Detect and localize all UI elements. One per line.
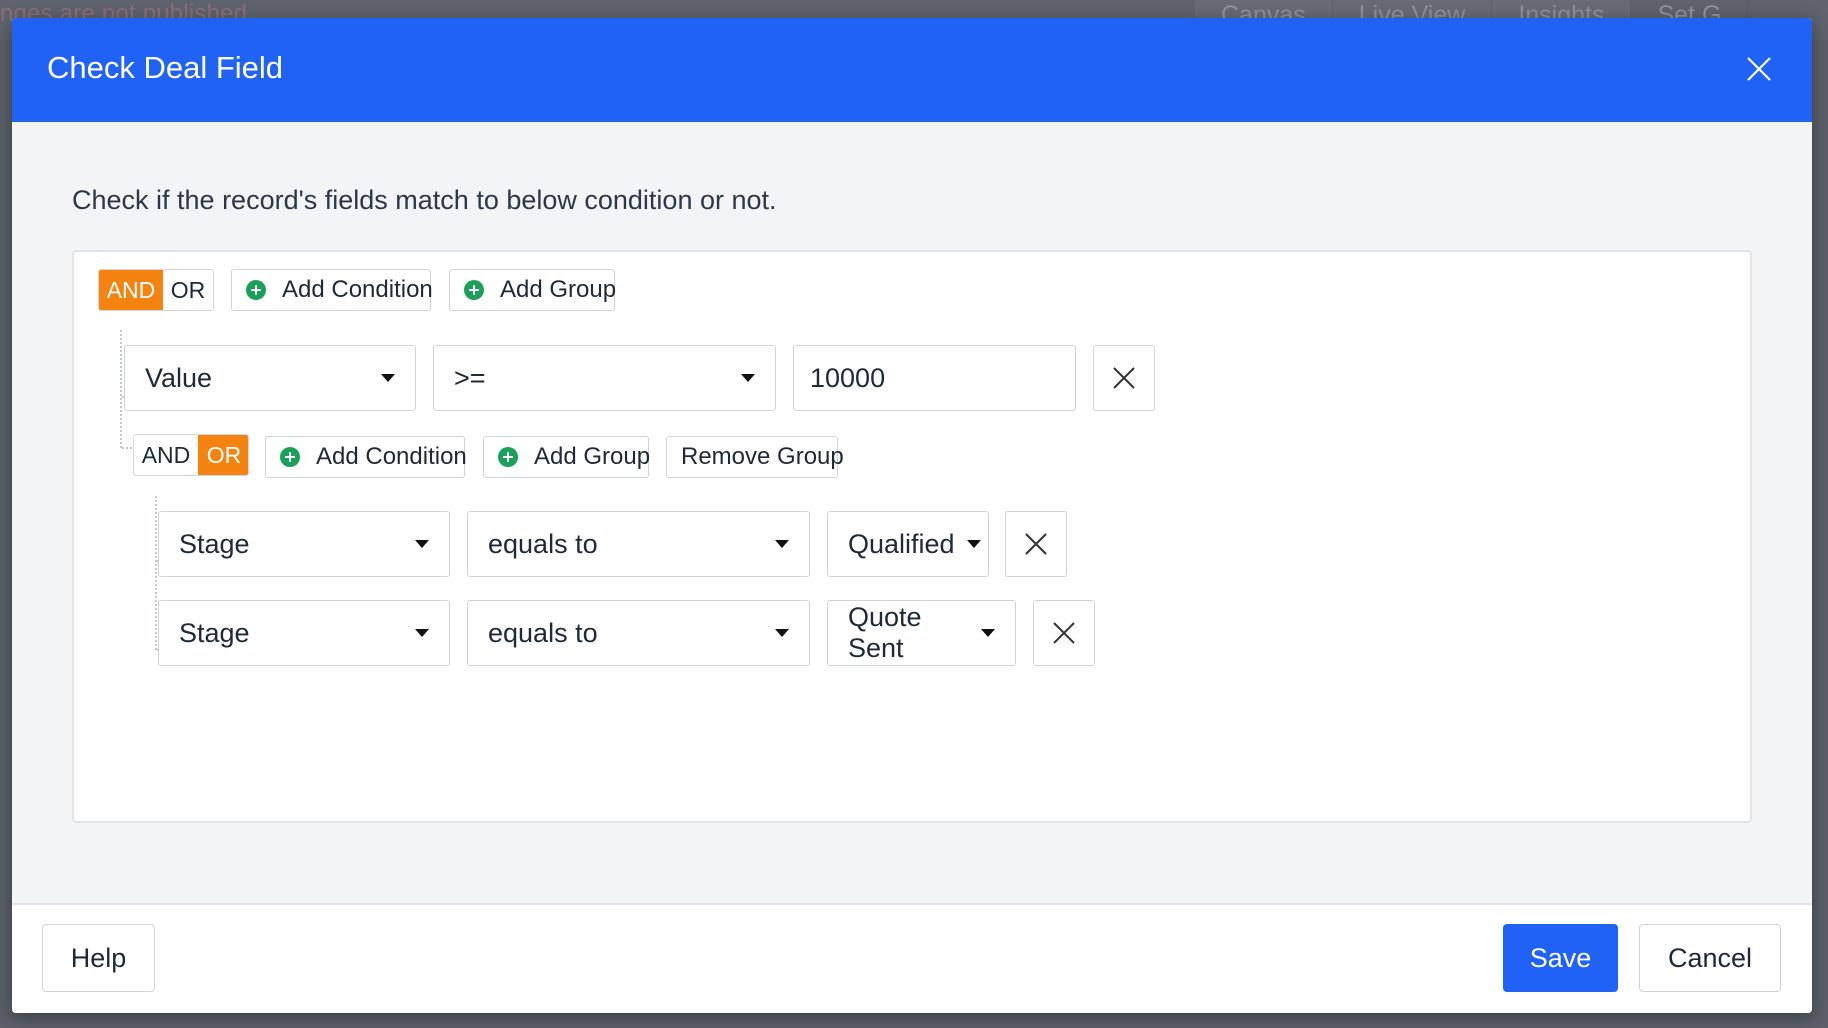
plus-circle-icon — [280, 447, 300, 467]
cancel-button[interactable]: Cancel — [1639, 924, 1781, 992]
close-icon — [1025, 533, 1047, 555]
field-select-value: Stage — [179, 528, 250, 559]
sub-or-toggle[interactable]: OR — [198, 435, 248, 475]
add-group-label: Add Group — [534, 443, 651, 470]
root-add-group-button[interactable]: Add Group — [449, 269, 617, 311]
add-group-label: Add Group — [500, 276, 617, 303]
modal-title: Check Deal Field — [47, 50, 284, 85]
remove-condition-button[interactable] — [1033, 600, 1095, 666]
root-connector-line — [120, 330, 122, 448]
chevron-down-icon — [775, 540, 789, 548]
remove-condition-button[interactable] — [1093, 345, 1155, 411]
chevron-down-icon — [415, 629, 429, 637]
root-add-condition-button[interactable]: Add Condition — [231, 269, 433, 311]
operator-select-value: equals to — [488, 617, 598, 648]
chevron-down-icon — [981, 629, 995, 637]
help-button[interactable]: Help — [42, 924, 155, 992]
chevron-down-icon — [741, 374, 755, 382]
modal-description: Check if the record's fields match to be… — [72, 185, 777, 215]
operator-select-value: >= — [454, 362, 486, 393]
remove-condition-button[interactable] — [1005, 511, 1067, 577]
root-or-toggle[interactable]: OR — [163, 270, 213, 310]
sub-connector-line — [155, 496, 157, 650]
check-deal-field-modal: Check Deal Field Check if the record's f… — [12, 18, 1812, 1013]
value-select[interactable]: Quote Sent — [827, 600, 1016, 666]
value-select[interactable]: Qualified — [827, 511, 989, 577]
value-select-value: Quote Sent — [848, 602, 922, 663]
operator-select-value: equals to — [488, 528, 598, 559]
field-select-value: Value — [145, 362, 213, 393]
plus-circle-icon — [498, 447, 518, 467]
sub-add-condition-button[interactable]: Add Condition — [265, 436, 467, 478]
operator-select[interactable]: equals to — [467, 511, 810, 577]
chevron-down-icon — [775, 629, 789, 637]
operator-select[interactable]: equals to — [467, 600, 810, 666]
add-condition-label: Add Condition — [282, 276, 433, 303]
close-icon — [1053, 622, 1075, 644]
value-select-value: Qualified — [848, 528, 955, 559]
remove-group-label: Remove Group — [681, 443, 844, 470]
modal-header: Check Deal Field — [12, 18, 1812, 122]
save-button[interactable]: Save — [1503, 924, 1618, 992]
chevron-down-icon — [966, 540, 981, 548]
field-select-value: Stage — [179, 617, 250, 648]
plus-circle-icon — [246, 280, 266, 300]
sub-and-toggle[interactable]: AND — [134, 435, 198, 475]
plus-circle-icon — [464, 280, 484, 300]
field-select[interactable]: Stage — [158, 600, 450, 666]
chevron-down-icon — [415, 540, 429, 548]
root-logic-toggle: AND OR — [98, 269, 214, 311]
root-and-toggle[interactable]: AND — [99, 270, 163, 310]
close-icon — [1113, 367, 1135, 389]
add-condition-label: Add Condition — [316, 443, 467, 470]
close-icon — [1747, 57, 1771, 81]
operator-select[interactable]: >= — [433, 345, 776, 411]
field-select[interactable]: Stage — [158, 511, 450, 577]
remove-group-button[interactable]: Remove Group — [666, 436, 844, 478]
chevron-down-icon — [381, 374, 395, 382]
value-input[interactable] — [793, 345, 1076, 411]
sub-add-group-button[interactable]: Add Group — [483, 436, 651, 478]
sub-logic-toggle: AND OR — [133, 434, 249, 476]
field-select[interactable]: Value — [124, 345, 416, 411]
close-button[interactable] — [1742, 52, 1776, 86]
